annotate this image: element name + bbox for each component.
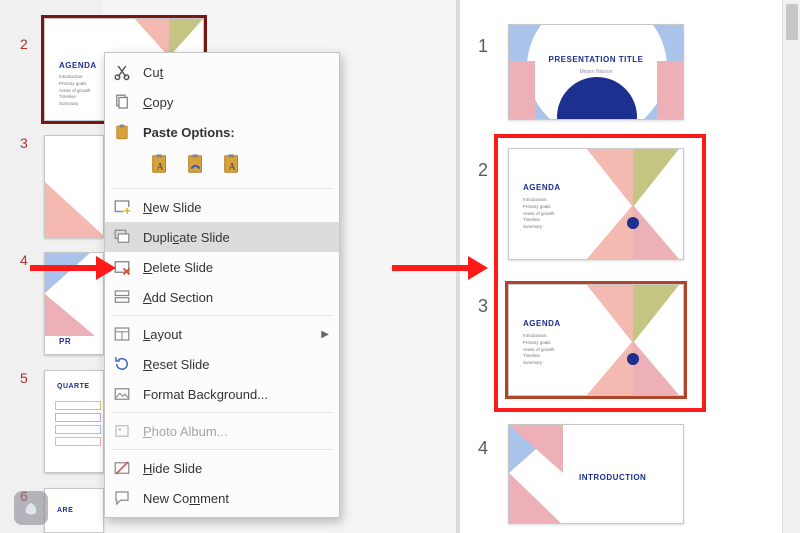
slide-number: 3 — [478, 296, 488, 317]
duplicate-slide-icon — [111, 226, 133, 248]
slide-thumbnail[interactable] — [44, 135, 104, 238]
menu-new-comment[interactable]: New Comment — [105, 483, 339, 513]
menu-label: Add Section — [143, 290, 329, 305]
slide-thumbnail[interactable]: PR — [44, 252, 104, 355]
menu-label: New Comment — [143, 491, 329, 506]
new-slide-icon — [111, 196, 133, 218]
menu-label: Copy — [143, 95, 329, 110]
format-bg-icon — [111, 383, 133, 405]
menu-separator — [111, 412, 333, 413]
reset-icon — [111, 353, 133, 375]
scrollbar[interactable] — [782, 0, 800, 533]
thumb-subtitle: Mirjam Nilsson — [509, 69, 683, 75]
slide-thumbnail[interactable]: ARE — [44, 488, 104, 533]
menu-new-slide[interactable]: New Slide — [105, 192, 339, 222]
menu-hide-slide[interactable]: Hide Slide — [105, 453, 339, 483]
thumb-title: ARE — [57, 507, 73, 514]
thumb-body: Introduction Primary goals Areas of grow… — [59, 74, 91, 108]
menu-label: Reset Slide — [143, 357, 329, 372]
slide-number: 4 — [20, 252, 28, 268]
menu-label: Format Background... — [143, 387, 329, 402]
menu-paste-header: Paste Options: — [105, 117, 339, 147]
menu-photo-album: Photo Album... — [105, 416, 339, 446]
slide-number: 2 — [478, 160, 488, 181]
menu-label: Paste Options: — [143, 125, 329, 140]
photo-album-icon — [111, 420, 133, 442]
menu-separator — [111, 449, 333, 450]
menu-reset-slide[interactable]: Reset Slide — [105, 349, 339, 379]
delete-slide-icon — [111, 256, 133, 278]
slide-thumbnail[interactable]: QUARTE — [44, 370, 104, 473]
paste-option-source[interactable] — [181, 149, 211, 179]
slide-number: 4 — [478, 438, 488, 459]
slide-thumbnail[interactable]: INTRODUCTION — [508, 424, 684, 524]
cut-icon — [111, 61, 133, 83]
slide-thumbnail[interactable]: PRESENTATION TITLE Mirjam Nilsson — [508, 24, 684, 120]
menu-layout[interactable]: Layout ▶ — [105, 319, 339, 349]
thumb-body: Introduction Primary goals Areas of grow… — [523, 197, 555, 231]
menu-label: Layout — [143, 327, 311, 342]
thumb-title: QUARTE — [57, 383, 90, 390]
paste-option-theme[interactable]: A — [145, 149, 175, 179]
menu-label: Cut — [143, 65, 329, 80]
paste-option-picture[interactable]: A — [217, 149, 247, 179]
thumb-title: PR — [59, 337, 71, 346]
scrollbar-thumb[interactable] — [786, 4, 798, 40]
menu-separator — [111, 315, 333, 316]
slide-number: 2 — [20, 36, 28, 52]
svg-text:A: A — [229, 162, 236, 172]
thumb-title: PRESENTATION TITLE — [509, 55, 683, 64]
menu-label: Photo Album... — [143, 424, 329, 439]
menu-delete-slide[interactable]: Delete Slide — [105, 252, 339, 282]
submenu-arrow-icon: ▶ — [321, 329, 329, 340]
svg-text:A: A — [157, 162, 164, 172]
thumb-title: INTRODUCTION — [579, 473, 646, 482]
menu-label: Delete Slide — [143, 260, 329, 275]
slide-thumbnail[interactable]: AGENDA Introduction Primary goals Areas … — [508, 284, 684, 396]
thumb-body: Introduction Primary goals Areas of grow… — [523, 333, 555, 367]
add-section-icon — [111, 286, 133, 308]
menu-label: Hide Slide — [143, 461, 329, 476]
context-menu: Cut Copy Paste Options: A A New Slide Du… — [104, 52, 340, 518]
menu-label: Duplicate Slide — [143, 230, 329, 245]
hide-slide-icon — [111, 457, 133, 479]
copy-icon — [111, 91, 133, 113]
comment-icon — [111, 487, 133, 509]
layout-icon — [111, 323, 133, 345]
menu-format-background[interactable]: Format Background... — [105, 379, 339, 409]
paste-icon — [111, 121, 133, 143]
paste-options-bar: A A — [105, 147, 339, 185]
menu-duplicate-slide[interactable]: Duplicate Slide — [105, 222, 339, 252]
menu-add-section[interactable]: Add Section — [105, 282, 339, 312]
thumb-title: AGENDA — [523, 183, 561, 192]
slide-number: 3 — [20, 135, 28, 151]
menu-label: New Slide — [143, 200, 329, 215]
thumb-title: AGENDA — [523, 319, 561, 328]
menu-separator — [111, 188, 333, 189]
slide-number: 5 — [20, 370, 28, 386]
watermark-icon — [14, 491, 48, 525]
slide-number: 1 — [478, 36, 488, 57]
thumb-title: AGENDA — [59, 61, 97, 70]
menu-cut[interactable]: Cut — [105, 57, 339, 87]
menu-copy[interactable]: Copy — [105, 87, 339, 117]
slide-thumbnail[interactable]: AGENDA Introduction Primary goals Areas … — [508, 148, 684, 260]
